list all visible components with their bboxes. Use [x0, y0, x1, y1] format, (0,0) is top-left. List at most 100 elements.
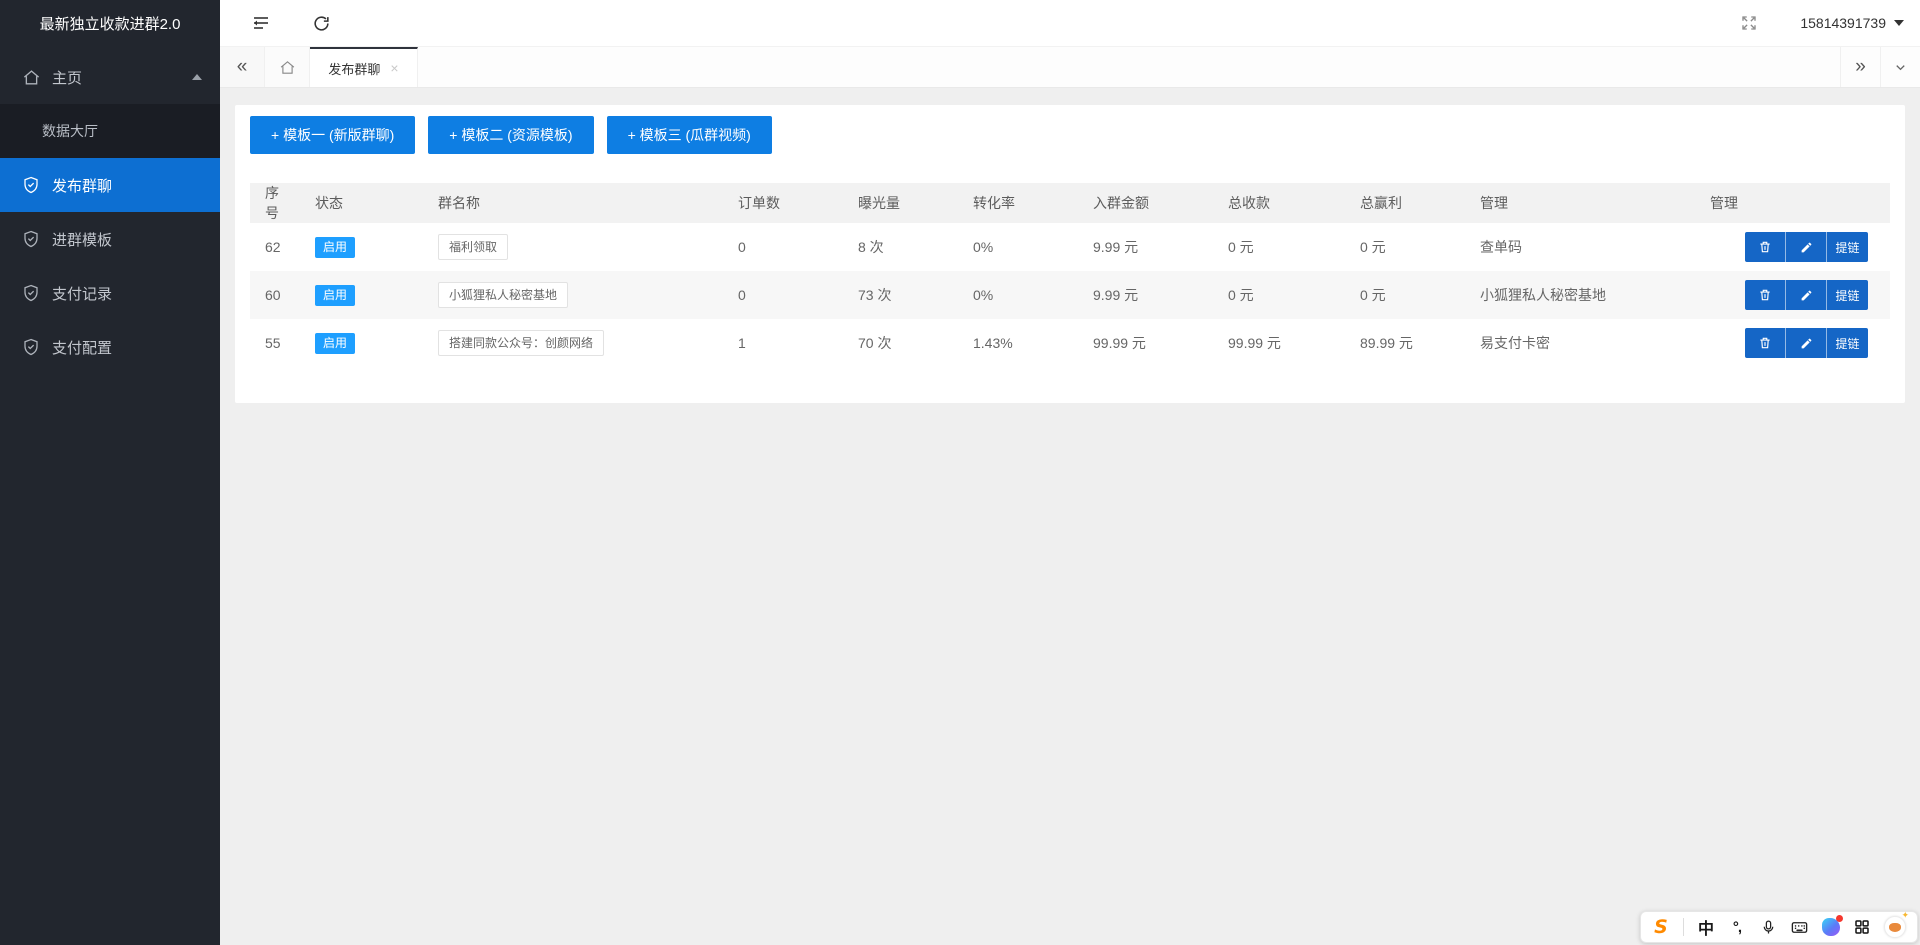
edit-button[interactable] [1786, 232, 1827, 262]
cell-conversion: 1.43% [958, 319, 1078, 367]
delete-button[interactable] [1745, 280, 1786, 310]
shield-check-icon [22, 284, 41, 303]
col-header-join-amount: 入群金额 [1078, 183, 1213, 223]
ime-toolbar: S 中 °, ✦ [1640, 911, 1918, 943]
smart-assistant-icon[interactable] [1822, 918, 1840, 936]
virtual-keyboard-icon[interactable] [1790, 918, 1809, 937]
tabs-scroll-left-button[interactable]: « [220, 47, 265, 87]
group-name-button[interactable]: 小狐狸私人秘密基地 [438, 282, 568, 308]
table-row: 60 启用 小狐狸私人秘密基地 0 73 次 0% 9.99 元 0 元 0 元… [250, 271, 1890, 319]
groups-table: 序号 状态 群名称 订单数 曝光量 转化率 入群金额 总收款 总赢利 管理 管理 [250, 183, 1890, 367]
tab-publish-group[interactable]: 发布群聊 × [310, 47, 418, 87]
content-area: + 模板一 (新版群聊) + 模板二 (资源模板) + 模板三 (瓜群视频) 序… [220, 88, 1920, 945]
emoji-assistant-icon[interactable]: ✦ [1884, 916, 1906, 938]
sidebar-item-label: 支付记录 [52, 283, 112, 304]
home-icon [279, 59, 296, 76]
pencil-icon [1800, 241, 1813, 254]
shield-check-icon [22, 176, 41, 195]
app-title: 最新独立收款进群2.0 [0, 0, 220, 50]
trash-icon [1758, 240, 1772, 254]
main-area: 15814391739 « 发布群聊 × » + 模板一 ( [220, 0, 1920, 945]
add-template3-button[interactable]: + 模板三 (瓜群视频) [607, 116, 772, 154]
pencil-icon [1800, 337, 1813, 350]
sidebar-item-payment-config[interactable]: 支付配置 [0, 320, 220, 374]
cell-total-profit: 0 元 [1345, 271, 1465, 319]
caret-down-icon [1894, 20, 1904, 26]
row-actions: 提链 [1745, 280, 1868, 310]
row-actions: 提链 [1745, 328, 1868, 358]
fox-face-icon [1889, 923, 1901, 932]
refresh-icon[interactable] [310, 12, 332, 34]
cell-orders: 1 [723, 319, 843, 367]
user-account-dropdown[interactable]: 15814391739 [1800, 15, 1908, 31]
col-header-id: 序号 [250, 183, 300, 223]
sidebar-item-join-template[interactable]: 进群模板 [0, 212, 220, 266]
tab-home[interactable] [265, 47, 310, 87]
sidebar-item-label: 支付配置 [52, 337, 112, 358]
status-badge[interactable]: 启用 [315, 237, 355, 258]
get-link-button[interactable]: 提链 [1827, 280, 1868, 310]
cell-manage: 小狐狸私人秘密基地 [1465, 271, 1695, 319]
sidebar-item-publish-group[interactable]: 发布群聊 [0, 158, 220, 212]
collapse-sidebar-icon[interactable] [250, 12, 272, 34]
status-badge[interactable]: 启用 [315, 333, 355, 354]
tabs-scroll-right-button[interactable]: » [1840, 47, 1880, 87]
cell-exposure: 73 次 [843, 271, 958, 319]
delete-button[interactable] [1745, 232, 1786, 262]
tab-bar-spacer [418, 47, 1840, 87]
close-icon[interactable]: × [390, 60, 398, 76]
app-window: 最新独立收款进群2.0 主页 数据大厅 发布群聊 进群模板 [0, 0, 1920, 945]
row-actions: 提链 [1745, 232, 1868, 262]
edit-button[interactable] [1786, 280, 1827, 310]
cell-conversion: 0% [958, 271, 1078, 319]
sidebar: 最新独立收款进群2.0 主页 数据大厅 发布群聊 进群模板 [0, 0, 220, 945]
cell-total-income: 0 元 [1213, 223, 1345, 271]
cell-manage: 查单码 [1465, 223, 1695, 271]
divider [1683, 918, 1684, 936]
trash-icon [1758, 336, 1772, 350]
table-row: 62 启用 福利领取 0 8 次 0% 9.99 元 0 元 0 元 查单码 [250, 223, 1890, 271]
shield-check-icon [22, 338, 41, 357]
microphone-icon[interactable] [1759, 919, 1777, 936]
col-header-status: 状态 [300, 183, 423, 223]
apps-grid-icon[interactable] [1853, 918, 1871, 936]
fullscreen-icon[interactable] [1738, 12, 1760, 34]
col-header-conversion: 转化率 [958, 183, 1078, 223]
cell-total-profit: 0 元 [1345, 223, 1465, 271]
tab-label: 发布群聊 [328, 59, 380, 78]
sidebar-item-payment-records[interactable]: 支付记录 [0, 266, 220, 320]
cell-join-amount: 9.99 元 [1078, 271, 1213, 319]
cell-join-amount: 9.99 元 [1078, 223, 1213, 271]
add-template2-button[interactable]: + 模板二 (资源模板) [428, 116, 593, 154]
tab-bar: « 发布群聊 × » [220, 47, 1920, 88]
sidebar-item-data-hall[interactable]: 数据大厅 [0, 104, 220, 158]
group-name-button[interactable]: 福利领取 [438, 234, 508, 260]
cell-total-profit: 89.99 元 [1345, 319, 1465, 367]
cell-join-amount: 99.99 元 [1078, 319, 1213, 367]
trash-icon [1758, 288, 1772, 302]
sogou-logo-icon[interactable]: S [1652, 916, 1670, 938]
chinese-mode-icon[interactable]: 中 [1697, 915, 1715, 939]
shield-check-icon [22, 230, 41, 249]
delete-button[interactable] [1745, 328, 1786, 358]
sidebar-item-label: 主页 [52, 67, 82, 88]
sparkle-icon: ✦ [1901, 910, 1909, 921]
group-name-button[interactable]: 搭建同款公众号：创颜网络 [438, 330, 604, 356]
cell-id: 62 [250, 223, 300, 271]
pencil-icon [1800, 289, 1813, 302]
status-badge[interactable]: 启用 [315, 285, 355, 306]
col-header-total-profit: 总赢利 [1345, 183, 1465, 223]
home-icon [22, 68, 41, 87]
cell-id: 60 [250, 271, 300, 319]
tabs-menu-button[interactable] [1880, 47, 1920, 87]
table-header-row: 序号 状态 群名称 订单数 曝光量 转化率 入群金额 总收款 总赢利 管理 管理 [250, 183, 1890, 223]
get-link-button[interactable]: 提链 [1827, 328, 1868, 358]
punctuation-mode-icon[interactable]: °, [1728, 919, 1746, 936]
cell-manage: 易支付卡密 [1465, 319, 1695, 367]
get-link-button[interactable]: 提链 [1827, 232, 1868, 262]
caret-up-icon [192, 74, 202, 80]
add-template1-button[interactable]: + 模板一 (新版群聊) [250, 116, 415, 154]
sidebar-item-home[interactable]: 主页 [0, 50, 220, 104]
edit-button[interactable] [1786, 328, 1827, 358]
cell-conversion: 0% [958, 223, 1078, 271]
